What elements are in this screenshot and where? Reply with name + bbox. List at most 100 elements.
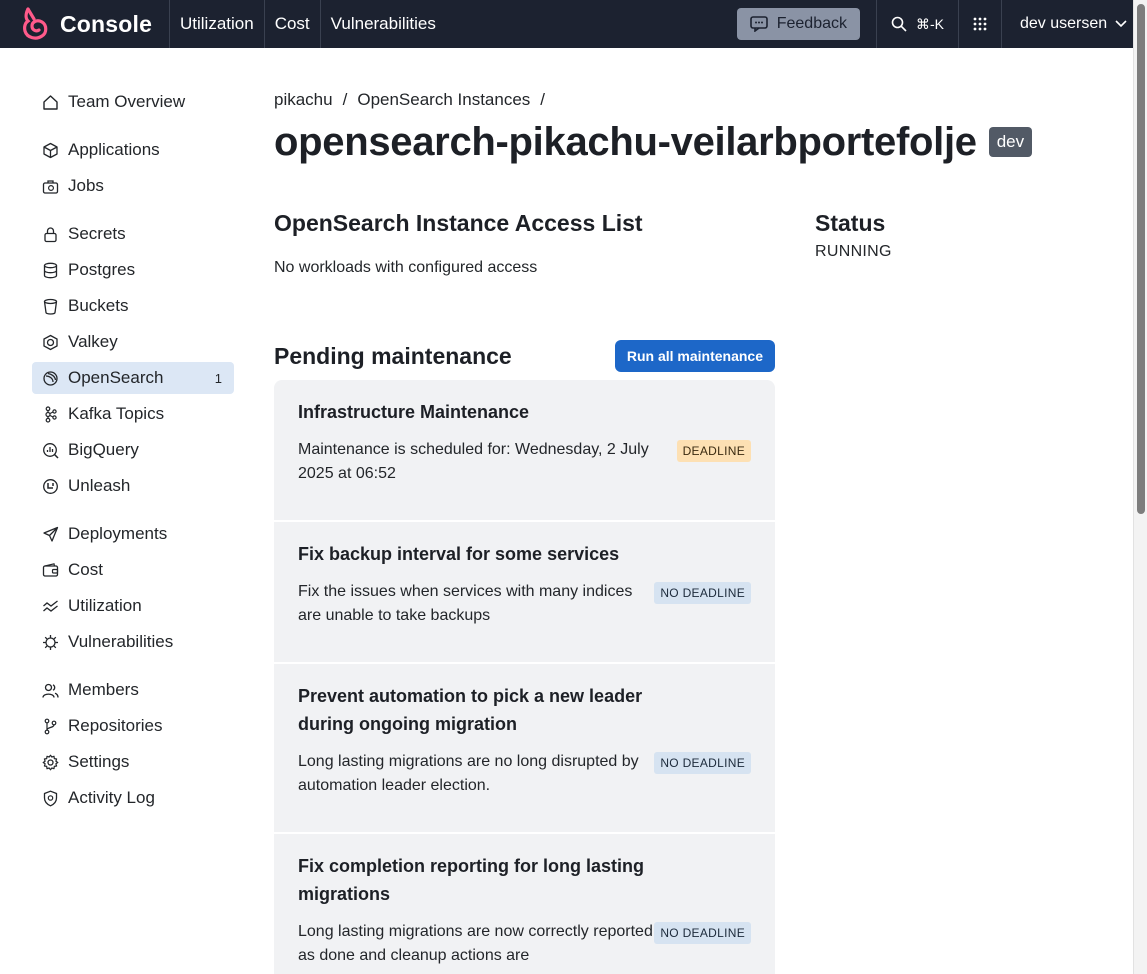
breadcrumb-separator: / bbox=[342, 90, 348, 109]
brand[interactable]: Console bbox=[0, 0, 170, 48]
user-menu[interactable]: dev usersen bbox=[1002, 0, 1133, 48]
chevron-down-icon bbox=[1115, 20, 1127, 28]
feedback-label: Feedback bbox=[776, 15, 847, 32]
sidebar-item-label: Jobs bbox=[68, 176, 104, 195]
virus-icon bbox=[42, 634, 59, 651]
sidebar-item-repositories[interactable]: Repositories bbox=[32, 710, 234, 742]
sidebar-item-label: Team Overview bbox=[68, 92, 186, 111]
bigquery-icon bbox=[42, 442, 59, 459]
sidebar-item-buckets[interactable]: Buckets bbox=[32, 290, 234, 322]
sidebar-item-utilization[interactable]: Utilization bbox=[32, 590, 234, 622]
sidebar-item-label: Cost bbox=[68, 560, 103, 579]
status-heading: Status bbox=[815, 210, 886, 236]
maintenance-body: Long lasting migrations are now correctl… bbox=[298, 920, 751, 974]
sidebar-item-label: OpenSearch bbox=[68, 368, 164, 387]
sidebar-item-unleash[interactable]: Unleash bbox=[32, 470, 234, 502]
access-list-heading: OpenSearch Instance Access List bbox=[274, 210, 643, 236]
sidebar-item-cost[interactable]: Cost bbox=[32, 554, 234, 586]
bucket-icon bbox=[42, 298, 59, 315]
search-shortcut: ⌘-K bbox=[916, 15, 944, 32]
maintenance-description: Long lasting migrations are no long disr… bbox=[298, 753, 639, 794]
access-list-empty-text: No workloads with configured access bbox=[274, 259, 538, 276]
sidebar-item-deployments[interactable]: Deployments bbox=[32, 518, 234, 550]
cube-icon bbox=[42, 142, 59, 159]
sidebar-item-bigquery[interactable]: BigQuery bbox=[32, 434, 234, 466]
main-header: pikachu / OpenSearch Instances / opensea… bbox=[274, 88, 1033, 166]
people-icon bbox=[42, 682, 59, 699]
run-all-maintenance-button[interactable]: Run all maintenance bbox=[614, 340, 775, 372]
sidebar-item-postgres[interactable]: Postgres bbox=[32, 254, 234, 286]
status-value: RUNNING bbox=[815, 243, 892, 260]
status-section: Status RUNNING bbox=[815, 210, 892, 261]
sidebar-item-label: BigQuery bbox=[68, 440, 139, 459]
scrollbar-thumb[interactable] bbox=[1137, 4, 1145, 514]
maintenance-title: Fix backup interval for some services bbox=[298, 544, 620, 564]
page-scrollbar[interactable] bbox=[1133, 0, 1147, 974]
branch-icon bbox=[42, 718, 59, 735]
shield-icon bbox=[42, 790, 59, 807]
top-right-controls: Feedback ⌘-K dev usersen bbox=[736, 0, 1133, 48]
sidebar-group-resources: Secrets Postgres Buckets Valkey OpenSear… bbox=[32, 218, 234, 502]
sidebar-item-label: Kafka Topics bbox=[68, 404, 165, 423]
topnav-vulnerabilities[interactable]: Vulnerabilities bbox=[321, 0, 446, 48]
no-deadline-badge: NO DEADLINE bbox=[654, 922, 751, 944]
topnav-cost[interactable]: Cost bbox=[265, 0, 321, 48]
lock-icon bbox=[42, 226, 59, 243]
sidebar-group-team: Members Repositories Settings Activity L… bbox=[32, 674, 234, 814]
breadcrumb-team-link[interactable]: pikachu bbox=[274, 90, 333, 110]
maintenance-card: Fix backup interval for some services Fi… bbox=[274, 522, 775, 664]
sidebar-item-team-overview[interactable]: Team Overview bbox=[32, 86, 234, 118]
database-icon bbox=[42, 262, 59, 279]
title-row: opensearch-pikachu-veilarbportefolje dev bbox=[274, 118, 1033, 166]
maintenance-card: Infrastructure Maintenance Maintenance i… bbox=[274, 380, 775, 522]
sidebar-item-label: Repositories bbox=[68, 716, 163, 735]
feedback-button[interactable]: Feedback bbox=[736, 8, 860, 40]
wallet-icon bbox=[42, 562, 59, 579]
maintenance-title: Fix completion reporting for long lastin… bbox=[298, 856, 644, 904]
sidebar-item-label: Members bbox=[68, 680, 139, 699]
opensearch-icon bbox=[42, 370, 59, 387]
maintenance-description: Fix the issues when services with many i… bbox=[298, 583, 633, 624]
sidebar-item-label: Settings bbox=[68, 752, 130, 771]
sidebar-item-label: Applications bbox=[68, 140, 160, 159]
sidebar-item-activity-log[interactable]: Activity Log bbox=[32, 782, 234, 814]
kafka-icon bbox=[42, 405, 59, 423]
apps-button[interactable] bbox=[958, 0, 1002, 48]
maintenance-body: Long lasting migrations are no long disr… bbox=[298, 750, 751, 832]
sidebar-item-settings[interactable]: Settings bbox=[32, 746, 234, 778]
sidebar-item-label: Unleash bbox=[68, 476, 131, 495]
trend-icon bbox=[42, 598, 59, 615]
sidebar-group-insights: Deployments Cost Utilization Vulnerabili… bbox=[32, 518, 234, 658]
pending-maintenance-heading: Pending maintenance bbox=[274, 342, 512, 369]
console-logo-icon bbox=[23, 7, 48, 40]
maintenance-body: Maintenance is scheduled for: Wednesday,… bbox=[298, 438, 751, 520]
search-button[interactable]: ⌘-K bbox=[876, 0, 958, 48]
sidebar-item-members[interactable]: Members bbox=[32, 674, 234, 706]
chat-icon bbox=[749, 16, 768, 32]
sidebar-item-label: Postgres bbox=[68, 260, 136, 279]
maintenance-description: Maintenance is scheduled for: Wednesday,… bbox=[298, 441, 649, 482]
unleash-icon bbox=[42, 478, 59, 495]
sidebar-item-label: Deployments bbox=[68, 524, 168, 543]
gear-icon bbox=[42, 754, 59, 771]
sidebar-item-label: Secrets bbox=[68, 224, 126, 243]
sidebar-item-vulnerabilities[interactable]: Vulnerabilities bbox=[32, 626, 234, 658]
maintenance-card: Prevent automation to pick a new leader … bbox=[274, 664, 775, 834]
sidebar-item-kafka-topics[interactable]: Kafka Topics bbox=[32, 398, 234, 430]
topnav-utilization[interactable]: Utilization bbox=[170, 0, 265, 48]
maintenance-list: Infrastructure Maintenance Maintenance i… bbox=[274, 380, 775, 974]
user-name: dev usersen bbox=[1020, 15, 1108, 32]
sidebar-item-jobs[interactable]: Jobs bbox=[32, 170, 234, 202]
sidebar-group-overview: Team Overview bbox=[32, 86, 234, 118]
sidebar-item-applications[interactable]: Applications bbox=[32, 134, 234, 166]
brand-name: Console bbox=[60, 10, 153, 37]
sidebar-item-valkey[interactable]: Valkey bbox=[32, 326, 234, 358]
rocket-icon bbox=[42, 526, 59, 543]
sidebar-item-secrets[interactable]: Secrets bbox=[32, 218, 234, 250]
grid-icon bbox=[973, 17, 987, 31]
sidebar-item-opensearch[interactable]: OpenSearch 1 bbox=[32, 362, 234, 394]
maintenance-title: Infrastructure Maintenance bbox=[298, 402, 530, 422]
maintenance-description: Long lasting migrations are now correctl… bbox=[298, 923, 653, 964]
breadcrumb-section-link[interactable]: OpenSearch Instances bbox=[357, 90, 530, 110]
top-nav: Utilization Cost Vulnerabilities bbox=[170, 0, 446, 48]
